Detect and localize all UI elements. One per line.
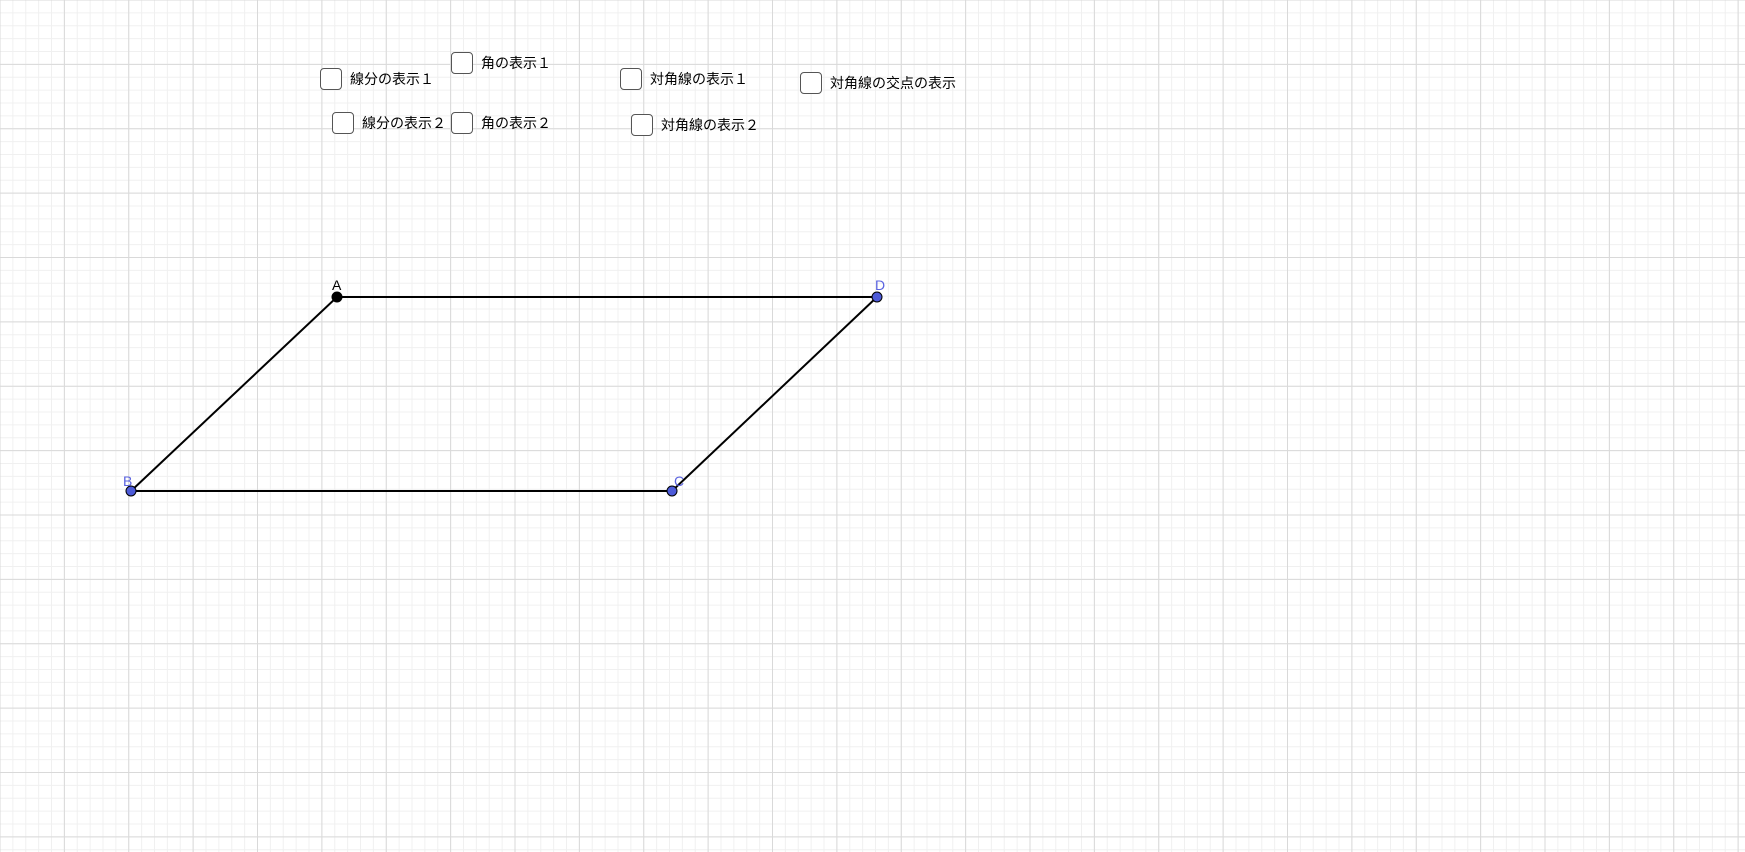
checkbox-segment-1[interactable]: 線分の表示１ bbox=[320, 68, 434, 90]
checkbox-label: 対角線の交点の表示 bbox=[830, 73, 956, 93]
point-d[interactable] bbox=[872, 292, 882, 302]
label-a: A bbox=[332, 277, 341, 293]
checkbox-label: 対角線の表示２ bbox=[661, 115, 759, 135]
grid-svg bbox=[0, 0, 1745, 852]
checkbox-segment-2[interactable]: 線分の表示２ bbox=[332, 112, 446, 134]
checkbox-intersection[interactable]: 対角線の交点の表示 bbox=[800, 72, 956, 94]
checkbox-icon bbox=[320, 68, 342, 90]
geometry-layer bbox=[126, 292, 882, 496]
checkbox-icon bbox=[620, 68, 642, 90]
label-c: C bbox=[674, 473, 684, 489]
checkbox-icon bbox=[631, 114, 653, 136]
segment-cd[interactable] bbox=[672, 297, 877, 491]
checkbox-label: 対角線の表示１ bbox=[650, 69, 748, 89]
checkbox-angle-2[interactable]: 角の表示２ bbox=[451, 112, 551, 134]
checkbox-label: 線分の表示１ bbox=[350, 69, 434, 89]
checkbox-label: 角の表示１ bbox=[481, 53, 551, 73]
label-d: D bbox=[875, 277, 885, 293]
checkbox-angle-1[interactable]: 角の表示１ bbox=[451, 52, 551, 74]
checkbox-icon bbox=[451, 52, 473, 74]
segment-ab[interactable] bbox=[131, 297, 337, 491]
grid-lines bbox=[0, 0, 1745, 852]
checkbox-label: 線分の表示２ bbox=[362, 113, 446, 133]
checkbox-label: 角の表示２ bbox=[481, 113, 551, 133]
checkbox-diagonal-2[interactable]: 対角線の表示２ bbox=[631, 114, 759, 136]
geometry-canvas[interactable]: A B C D 線分の表示１ 角の表示１ 対角線の表示１ 対角線の交点の表示 線… bbox=[0, 0, 1745, 852]
checkbox-diagonal-1[interactable]: 対角線の表示１ bbox=[620, 68, 748, 90]
checkbox-icon bbox=[332, 112, 354, 134]
checkbox-icon bbox=[451, 112, 473, 134]
label-b: B bbox=[123, 473, 132, 489]
point-a[interactable] bbox=[332, 292, 342, 302]
checkbox-icon bbox=[800, 72, 822, 94]
